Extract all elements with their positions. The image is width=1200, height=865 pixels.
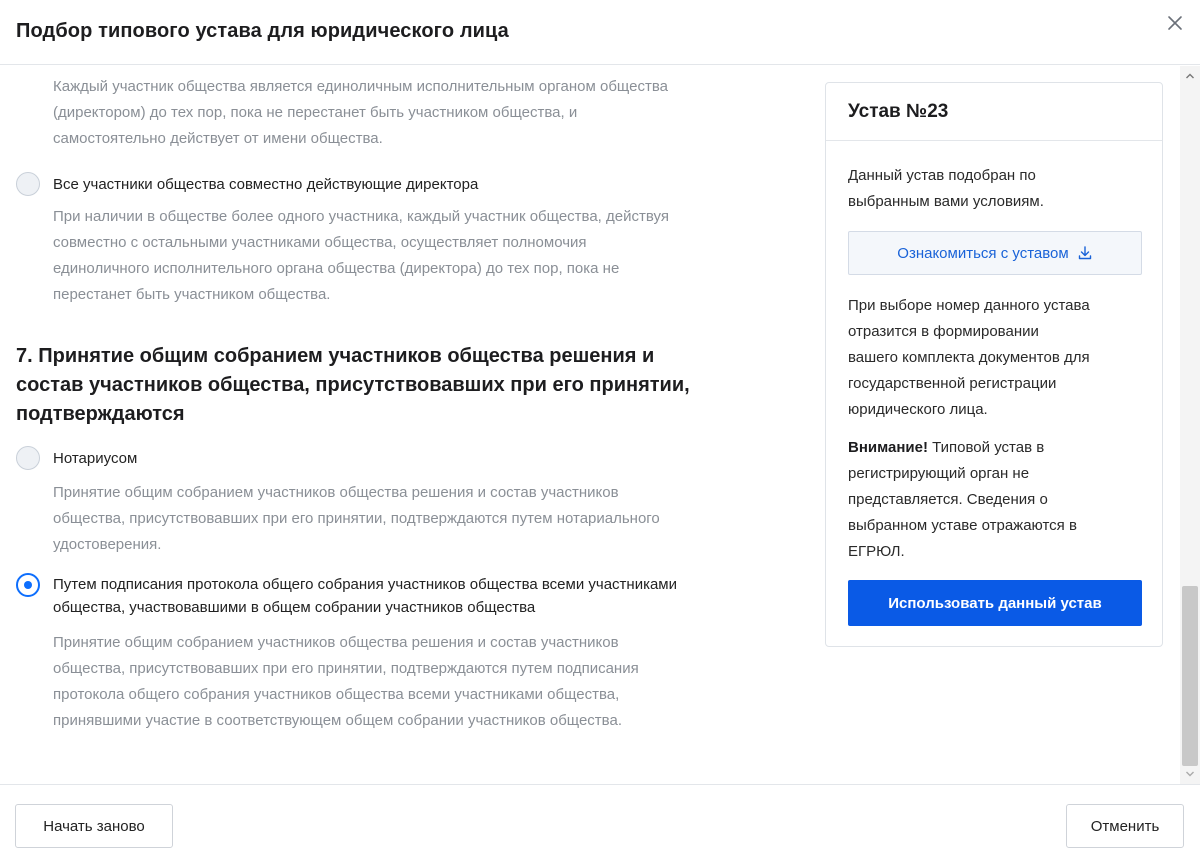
desc-line: перестанет быть участником общества. <box>53 286 331 303</box>
desc-line: совместно с остальными участниками общес… <box>53 234 587 251</box>
desc-line: общества, присутствовавших при его приня… <box>53 510 660 527</box>
charter-warning: Внимание! Типовой устав в регистрирующий… <box>848 435 1144 565</box>
info-line: государственной регистрации <box>848 375 1057 392</box>
option-notary-label[interactable]: Нотариусом <box>53 447 813 470</box>
view-charter-label: Ознакомиться с уставом <box>897 244 1069 262</box>
view-charter-button[interactable]: Ознакомиться с уставом <box>848 231 1142 275</box>
radio-icon[interactable] <box>16 172 40 196</box>
desc-line: протокола общего собрания участников общ… <box>53 686 620 703</box>
restart-button[interactable]: Начать заново <box>15 804 173 848</box>
warning-line: регистрирующий орган не <box>848 465 1030 482</box>
desc-line: (директором) до тех пор, пока не переста… <box>53 104 578 121</box>
warning-line: Внимание! Типовой устав в <box>848 435 1144 461</box>
section-7-title: 7. Принятие общим собранием участников о… <box>16 342 806 429</box>
label-line: общества, участвовавшими в общем собрани… <box>53 599 536 616</box>
option-notary-desc: Принятие общим собранием участников обще… <box>53 480 803 558</box>
info-line: При выборе номер данного устава <box>848 297 1090 314</box>
desc-line: принявшими участие в соответствующем общ… <box>53 712 622 729</box>
dialog-footer: Начать заново Отменить <box>0 784 1200 865</box>
warning-bold: Внимание! <box>848 439 928 456</box>
desc-line: Принятие общим собранием участников обще… <box>53 634 619 651</box>
intro-line: выбранным вами условиям. <box>848 193 1044 210</box>
dialog-title: Подбор типового устава для юридического … <box>16 20 509 42</box>
cancel-button[interactable]: Отменить <box>1066 804 1184 848</box>
label-line: Путем подписания протокола общего собран… <box>53 576 678 593</box>
warning-line: представляется. Сведения о <box>848 491 1048 508</box>
dialog-content: Каждый участник общества является единол… <box>0 66 1180 784</box>
desc-line: удостоверения. <box>53 536 162 553</box>
radio-icon[interactable] <box>16 446 40 470</box>
scrollbar[interactable] <box>1180 66 1200 784</box>
charter-card-title: Устав №23 <box>826 83 1162 141</box>
option-each-director-desc: Каждый участник общества является единол… <box>53 74 803 152</box>
chevron-up-icon[interactable] <box>1184 70 1196 82</box>
close-icon[interactable] <box>1164 12 1186 34</box>
title-line: состав участников общества, присутствова… <box>16 374 690 396</box>
title-line: подтверждаются <box>16 403 185 425</box>
charter-info: При выборе номер данного устава отразитс… <box>848 293 1144 423</box>
desc-line: единоличного исполнительного органа обще… <box>53 260 620 277</box>
use-charter-button[interactable]: Использовать данный устав <box>848 580 1142 626</box>
warning-text: Типовой устав в <box>927 439 1045 456</box>
radio-icon[interactable] <box>16 573 40 597</box>
desc-line: Каждый участник общества является единол… <box>53 78 668 95</box>
download-icon <box>1078 246 1091 260</box>
option-protocol-label[interactable]: Путем подписания протокола общего собран… <box>53 573 813 619</box>
desc-line: общества, присутствовавших при его приня… <box>53 660 639 677</box>
info-line: отразится в формировании <box>848 323 1039 340</box>
dialog-header: Подбор типового устава для юридического … <box>0 0 1200 65</box>
option-protocol-desc: Принятие общим собранием участников обще… <box>53 630 803 734</box>
intro-line: Данный устав подобран по <box>848 167 1036 184</box>
info-line: вашего комплекта документов для <box>848 349 1090 366</box>
charter-intro: Данный устав подобран по выбранным вами … <box>848 163 1144 215</box>
desc-line: При наличии в обществе более одного учас… <box>53 208 669 225</box>
info-line: юридического лица. <box>848 401 988 418</box>
scrollbar-thumb[interactable] <box>1182 586 1198 766</box>
option-joint-directors-desc: При наличии в обществе более одного учас… <box>53 204 803 308</box>
option-joint-directors-label[interactable]: Все участники общества совместно действу… <box>53 173 813 196</box>
charter-card: Устав №23 Данный устав подобран по выбра… <box>825 82 1163 647</box>
title-line: 7. Принятие общим собранием участников о… <box>16 345 655 367</box>
desc-line: Принятие общим собранием участников обще… <box>53 484 619 501</box>
chevron-down-icon[interactable] <box>1184 768 1196 780</box>
warning-line: ЕГРЮЛ. <box>848 543 905 560</box>
desc-line: самостоятельно действует от имени общест… <box>53 130 383 147</box>
warning-line: выбранном уставе отражаются в <box>848 517 1077 534</box>
